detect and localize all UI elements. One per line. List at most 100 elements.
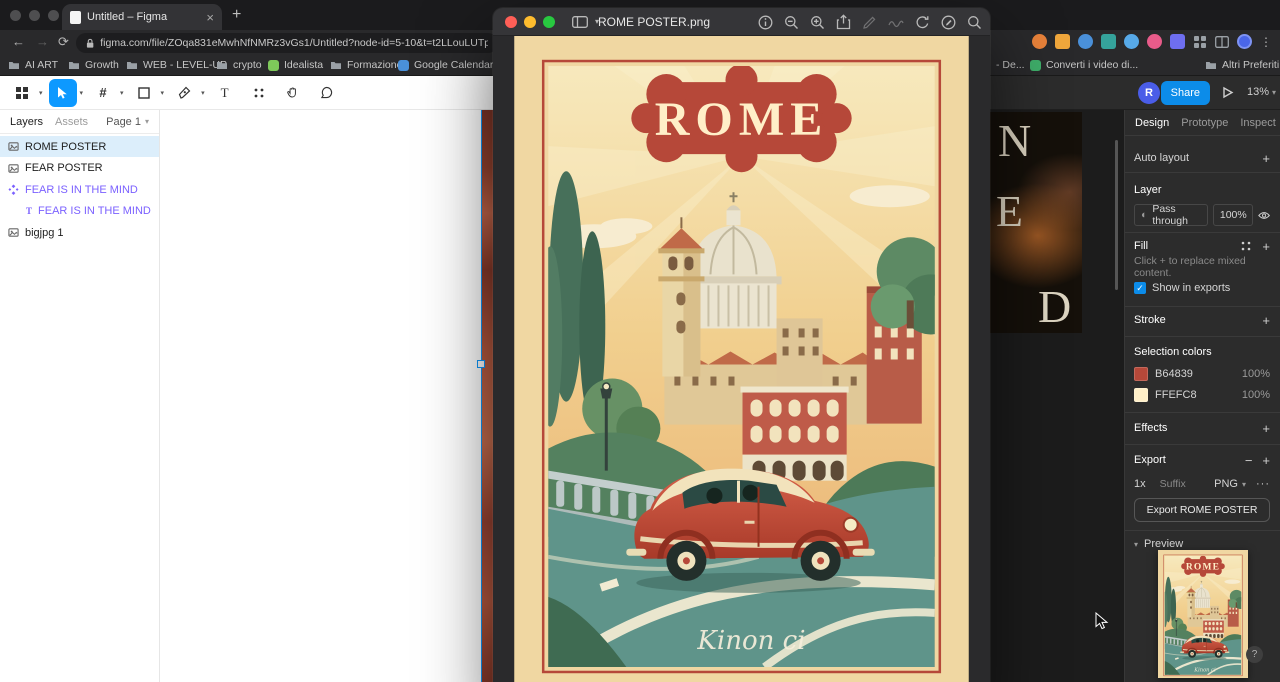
page-selector[interactable]: Page 1▾ xyxy=(106,116,149,128)
layer-row-text[interactable]: T FEAR IS IN THE MIND xyxy=(0,201,159,222)
bookmark-item[interactable]: Growth xyxy=(68,59,119,71)
minimize-window-icon[interactable] xyxy=(524,16,536,28)
resources-tool-icon[interactable] xyxy=(245,79,273,107)
bookmark-item[interactable]: Google Calendar -... xyxy=(398,59,509,71)
layer-row-bigjpg[interactable]: bigjpg 1 xyxy=(0,222,159,243)
tab-design[interactable]: Design xyxy=(1135,117,1169,129)
chevron-down-icon[interactable]: ▾ xyxy=(80,89,84,97)
zoom-window-icon[interactable] xyxy=(543,16,555,28)
export-options-icon[interactable]: ··· xyxy=(1256,478,1270,490)
bookmark-item-other[interactable]: Altri Preferiti xyxy=(1205,59,1279,71)
preview-window[interactable]: ▾ ROME POSTER.png xyxy=(493,8,990,682)
shape-tool-button[interactable] xyxy=(130,79,158,107)
main-menu-icon[interactable] xyxy=(8,79,36,107)
markup-icon[interactable] xyxy=(941,15,956,30)
selection-color-row[interactable]: FFEFC8 100% xyxy=(1134,387,1270,403)
add-effect-icon[interactable]: + xyxy=(1262,421,1270,436)
extension-icon[interactable] xyxy=(1147,34,1162,49)
bookmark-item[interactable]: Formazione xyxy=(330,59,402,71)
zoom-window-icon[interactable] xyxy=(48,10,59,21)
export-format-select[interactable]: PNG▾ xyxy=(1214,478,1246,490)
tab-close-icon[interactable]: × xyxy=(206,11,214,24)
info-icon[interactable] xyxy=(758,15,773,30)
comment-tool-button[interactable] xyxy=(313,79,341,107)
blend-mode-select[interactable]: ◐ Pass through xyxy=(1134,204,1208,226)
rotate-icon[interactable] xyxy=(915,15,930,30)
minimize-window-icon[interactable] xyxy=(29,10,40,21)
zoom-level[interactable]: 13%▾ xyxy=(1247,86,1276,98)
search-icon[interactable] xyxy=(967,15,982,30)
export-suffix-placeholder[interactable]: Suffix xyxy=(1160,478,1186,490)
tab-prototype[interactable]: Prototype xyxy=(1181,117,1228,129)
zoom-in-icon[interactable] xyxy=(810,15,825,30)
browser-profile-avatar[interactable] xyxy=(1237,34,1252,49)
bookmark-item[interactable]: WEB - LEVEL-UP xyxy=(126,59,227,71)
add-export-icon[interactable]: + xyxy=(1262,453,1270,468)
chevron-down-icon[interactable]: ▾ xyxy=(39,89,43,97)
move-tool-button[interactable] xyxy=(49,79,77,107)
export-scale[interactable]: 1x xyxy=(1134,478,1146,490)
window-controls[interactable] xyxy=(10,10,59,21)
split-view-icon[interactable] xyxy=(1215,36,1229,48)
canvas-scrollbar[interactable] xyxy=(1115,140,1118,290)
new-tab-button[interactable]: + xyxy=(232,6,241,24)
layer-row-component[interactable]: FEAR IS IN THE MIND xyxy=(0,179,159,200)
fill-styles-icon[interactable] xyxy=(1240,240,1252,252)
rome-poster-canvas-edge[interactable] xyxy=(481,110,493,682)
share-button[interactable]: Share xyxy=(1161,81,1210,105)
pen-tool-button[interactable] xyxy=(170,79,198,107)
layer-row-rome-poster[interactable]: ROME POSTER xyxy=(0,136,159,157)
chevron-down-icon[interactable]: ▾ xyxy=(201,89,205,97)
text-tool-button[interactable]: T xyxy=(211,79,239,107)
forward-button[interactable]: → xyxy=(36,34,49,49)
bookmark-item[interactable]: Idealista xyxy=(268,59,323,71)
close-window-icon[interactable] xyxy=(10,10,21,21)
browser-tab[interactable]: Untitled – Figma × xyxy=(62,4,222,30)
browser-menu-icon[interactable]: ⋮ xyxy=(1260,35,1272,49)
bookmark-item[interactable]: Converti i video di... xyxy=(1030,59,1138,71)
user-avatar[interactable]: R xyxy=(1138,82,1160,104)
back-button[interactable]: ← xyxy=(12,34,25,49)
add-auto-layout-icon[interactable]: + xyxy=(1262,151,1270,166)
tab-layers[interactable]: Layers xyxy=(10,116,43,128)
frame-tool-button[interactable]: # xyxy=(89,79,117,107)
layer-row-fear-poster[interactable]: FEAR POSTER xyxy=(0,158,159,179)
zoom-out-icon[interactable] xyxy=(784,15,799,30)
color-swatch-cream[interactable] xyxy=(1134,388,1148,402)
tab-inspect[interactable]: Inspect xyxy=(1240,117,1275,129)
extension-icon[interactable] xyxy=(1101,34,1116,49)
chevron-down-icon[interactable]: ▾ xyxy=(161,89,165,97)
tab-assets[interactable]: Assets xyxy=(55,116,88,128)
extension-icon[interactable] xyxy=(1078,34,1093,49)
extension-icon[interactable] xyxy=(1124,34,1139,49)
color-swatch-red[interactable] xyxy=(1134,367,1148,381)
extensions-grid-icon[interactable] xyxy=(1193,35,1207,49)
reload-button[interactable]: ⟳ xyxy=(58,34,69,50)
edit-pencil-icon[interactable] xyxy=(862,15,877,30)
close-window-icon[interactable] xyxy=(505,16,517,28)
selection-color-row[interactable]: B64839 100% xyxy=(1134,366,1270,382)
visibility-eye-icon[interactable] xyxy=(1258,210,1270,221)
signature-icon[interactable] xyxy=(888,16,904,28)
bookmark-item[interactable]: AI ART xyxy=(8,59,58,71)
sidebar-toggle-icon[interactable] xyxy=(572,16,588,28)
extension-icon[interactable] xyxy=(1170,34,1185,49)
share-icon[interactable] xyxy=(836,14,851,30)
hand-tool-button[interactable] xyxy=(279,79,307,107)
add-stroke-icon[interactable]: + xyxy=(1262,313,1270,328)
bookmark-item[interactable]: crypto xyxy=(216,59,262,71)
chevron-down-icon[interactable]: ▾ xyxy=(120,89,124,97)
canvas-frame[interactable] xyxy=(160,110,481,682)
extension-icon[interactable] xyxy=(1055,34,1070,49)
bookmark-item[interactable]: - De... xyxy=(996,59,1025,71)
help-button[interactable]: ? xyxy=(1246,646,1263,663)
layer-opacity-input[interactable]: 100% xyxy=(1213,204,1253,226)
export-button[interactable]: Export ROME POSTER xyxy=(1134,498,1270,522)
preview-window-titlebar[interactable]: ▾ ROME POSTER.png xyxy=(493,8,990,36)
address-input[interactable]: figma.com/file/ZOqa831eMwhNfNMRz3vGs1/Un… xyxy=(76,33,498,53)
show-in-exports-checkbox[interactable]: ✓ xyxy=(1134,282,1146,294)
remove-export-icon[interactable]: − xyxy=(1245,453,1253,468)
present-icon[interactable] xyxy=(1221,86,1234,99)
selection-handle[interactable] xyxy=(477,360,485,368)
add-fill-icon[interactable]: + xyxy=(1262,239,1270,254)
